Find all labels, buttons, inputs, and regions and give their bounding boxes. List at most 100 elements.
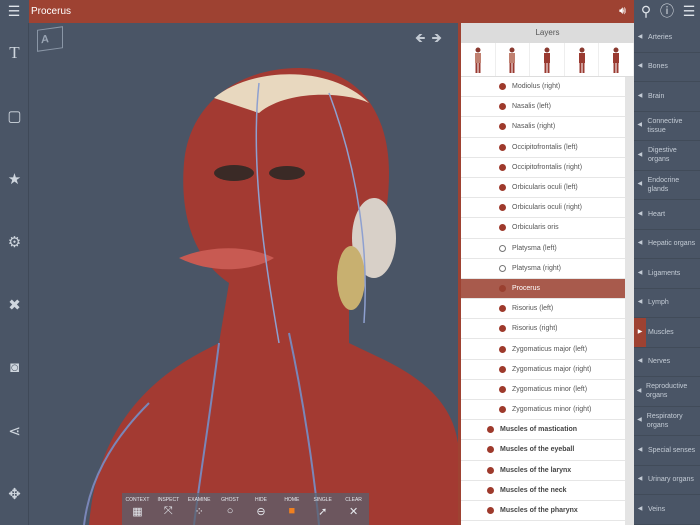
layer-group-row[interactable]: Muscles of the larynx	[461, 461, 628, 481]
visibility-toggle[interactable]	[487, 426, 494, 434]
system-item-endocrine-glands[interactable]: ◀ Endocrine glands	[634, 171, 700, 200]
tool-hide-button[interactable]: HIDE ⊖	[246, 493, 276, 525]
layer-depth-thumb-1[interactable]	[461, 43, 496, 76]
layer-row[interactable]: Orbicularis oris	[461, 218, 628, 239]
layer-row[interactable]: Platysma (left)	[461, 239, 628, 259]
visibility-toggle[interactable]	[499, 204, 506, 212]
system-item-digestive-organs[interactable]: ◀ Digestive organs	[634, 141, 700, 171]
star-icon[interactable]: ★	[0, 170, 29, 188]
layer-row[interactable]: Nasalis (left)	[461, 97, 628, 118]
layer-row[interactable]: Modiolus (right)	[461, 77, 628, 98]
anatomy-model[interactable]	[29, 23, 458, 525]
layer-row[interactable]: Occipitofrontalis (right)	[461, 158, 628, 178]
tool-examine-button[interactable]: EXAMINE ⁘	[184, 493, 214, 525]
layer-row[interactable]: Risorius (right)	[461, 319, 628, 340]
page-title: Procerus	[31, 6, 72, 17]
layer-row[interactable]: Procerus	[461, 278, 628, 300]
system-item-urinary-organs[interactable]: ◀ Urinary organs	[634, 466, 700, 495]
system-item-heart[interactable]: ◀ Heart	[634, 200, 700, 230]
clear-icon: ✕	[348, 506, 359, 518]
layer-depth-thumb-4[interactable]	[565, 43, 600, 76]
orientation-cube[interactable]: A	[37, 26, 63, 52]
redo-arrow-icon[interactable]: 🡺	[431, 30, 448, 45]
ghost-icon: ○	[226, 505, 234, 517]
layer-group-row[interactable]: Muscles of the pharynx	[461, 501, 628, 522]
visibility-toggle[interactable]	[499, 284, 506, 292]
visibility-toggle[interactable]	[499, 244, 506, 252]
layer-group-row[interactable]: Muscles of the neck	[461, 481, 628, 501]
visibility-toggle[interactable]	[487, 486, 494, 494]
layer-group-row[interactable]: Muscles of mastication	[461, 420, 628, 441]
tool-home-button[interactable]: HOME ■	[277, 493, 307, 525]
layer-row[interactable]: Orbicularis oculi (left)	[461, 178, 628, 199]
text-tool-icon[interactable]: T	[0, 43, 29, 63]
visibility-toggle[interactable]	[499, 184, 506, 192]
layer-depth-thumb-3[interactable]	[530, 43, 565, 76]
visibility-toggle[interactable]	[487, 446, 494, 454]
layer-row[interactable]: Platysma (right)	[461, 259, 628, 279]
tool-ghost-button[interactable]: GHOST ○	[215, 493, 245, 525]
caret-left-icon: ◀	[637, 446, 643, 453]
info-icon[interactable]: ⓘ	[656, 0, 678, 23]
visibility-toggle[interactable]	[499, 365, 506, 373]
gear-icon[interactable]: ⚙	[0, 233, 29, 251]
visibility-toggle[interactable]	[499, 83, 506, 91]
visibility-toggle[interactable]	[499, 345, 506, 353]
system-item-bones[interactable]: ◀ Bones	[634, 53, 700, 82]
system-item-hepatic-organs[interactable]: ◀ Hepatic organs	[634, 230, 700, 259]
visibility-toggle[interactable]	[499, 103, 506, 111]
system-item-muscles[interactable]: ▶ Muscles	[634, 318, 700, 348]
tool-context-button[interactable]: CONTEXT ▦	[122, 493, 152, 525]
layer-row[interactable]: Risorius (left)	[461, 299, 628, 320]
system-item-lymph[interactable]: ◀ Lymph	[634, 289, 700, 318]
system-item-brain[interactable]: ◀ Brain	[634, 82, 700, 112]
layer-row[interactable]: Occipitofrontalis (left)	[461, 138, 628, 158]
visibility-toggle[interactable]	[499, 264, 506, 272]
tool-single-button[interactable]: SINGLE ➚	[308, 493, 338, 525]
layer-row[interactable]: Zygomaticus minor (left)	[461, 380, 628, 400]
visibility-toggle[interactable]	[499, 143, 506, 151]
visibility-toggle[interactable]	[487, 507, 494, 515]
system-item-veins[interactable]: ◀ Veins	[634, 495, 700, 525]
visibility-toggle[interactable]	[499, 224, 506, 232]
search-icon[interactable]: ⚲	[635, 0, 657, 23]
system-item-special-senses[interactable]: ◀ Special senses	[634, 436, 700, 466]
visibility-toggle[interactable]	[499, 406, 506, 414]
visibility-toggle[interactable]	[499, 325, 506, 333]
crop-icon[interactable]: ▢	[0, 107, 29, 125]
layer-row[interactable]: Orbicularis oculi (right)	[461, 198, 628, 219]
move-icon[interactable]: ✥	[0, 485, 29, 503]
layer-depth-thumb-2[interactable]	[496, 43, 531, 76]
tool-inspect-button[interactable]: INSPECT ⤧	[153, 493, 183, 525]
tool-clear-button[interactable]: CLEAR ✕	[339, 493, 369, 525]
visibility-toggle[interactable]	[499, 163, 506, 171]
caret-left-icon: ◀	[637, 505, 643, 512]
system-item-nerves[interactable]: ◀ Nerves	[634, 348, 700, 377]
visibility-toggle[interactable]	[487, 466, 494, 474]
layer-row[interactable]: Zygomaticus major (left)	[461, 339, 628, 360]
system-item-arteries[interactable]: ◀ Arteries	[634, 23, 700, 53]
system-item-ligaments[interactable]: ◀ Ligaments	[634, 259, 700, 289]
system-item-reproductive-organs[interactable]: ◀ Reproductive organs	[634, 377, 700, 407]
options-menu-icon[interactable]: ☰	[678, 0, 700, 23]
3d-viewport[interactable]: A 🡸🡺 CONTEXT ▦ INSPECT ⤧ EXAMINE ⁘ GHOST ○ HIDE ⊖…	[29, 23, 458, 525]
share-icon[interactable]: ⋖	[0, 422, 29, 440]
layer-depth-thumb-5[interactable]	[599, 43, 634, 76]
system-item-connective-tissue[interactable]: ◀ Connective tissue	[634, 112, 700, 141]
body-figure-icon	[613, 47, 620, 73]
layer-row[interactable]: Nasalis (right)	[461, 117, 628, 138]
layer-row[interactable]: Zygomaticus minor (right)	[461, 400, 628, 421]
visibility-toggle[interactable]	[499, 305, 506, 313]
caret-left-icon: ◀	[637, 151, 643, 158]
system-item-respiratory-organs[interactable]: ◀ Respiratory organs	[634, 407, 700, 436]
camera-icon[interactable]: ◙	[0, 359, 29, 376]
layer-group-row[interactable]: Muscles of the eyeball	[461, 440, 628, 461]
visibility-toggle[interactable]	[499, 385, 506, 393]
visibility-toggle[interactable]	[499, 123, 506, 131]
layer-row[interactable]: Zygomaticus major (right)	[461, 360, 628, 380]
undo-arrow-icon[interactable]: 🡸	[415, 30, 432, 45]
layers-scrollbar[interactable]	[625, 77, 634, 525]
sound-icon[interactable]: 🔊︎	[619, 0, 626, 23]
menu-icon[interactable]: ☰	[3, 0, 25, 23]
tools-icon[interactable]: ✖	[0, 296, 29, 314]
